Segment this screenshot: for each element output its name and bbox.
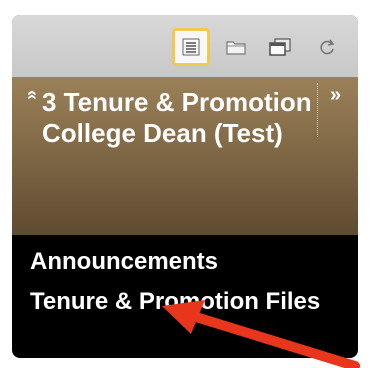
list-view-icon bbox=[182, 38, 200, 56]
course-header: » 3 Tenure & Promotion College Dean (Tes… bbox=[12, 77, 358, 235]
refresh-button[interactable] bbox=[308, 28, 346, 66]
header-divider bbox=[317, 83, 318, 137]
folder-icon bbox=[226, 41, 246, 55]
collapse-menu-icon[interactable]: » bbox=[21, 90, 41, 100]
menu-item-announcements[interactable]: Announcements bbox=[12, 247, 358, 277]
new-window-button[interactable] bbox=[261, 28, 299, 66]
course-title[interactable]: 3 Tenure & Promotion College Dean (Test) bbox=[42, 87, 312, 149]
course-menu-list: Announcements Tenure & Promotion Files bbox=[12, 235, 358, 358]
course-menu-toolbar bbox=[12, 15, 358, 77]
refresh-icon bbox=[320, 39, 335, 55]
menu-item-tenure-promotion-files[interactable]: Tenure & Promotion Files bbox=[12, 287, 358, 317]
folder-view-button[interactable] bbox=[217, 28, 255, 66]
window-icon bbox=[269, 38, 291, 56]
list-view-button[interactable] bbox=[172, 28, 210, 66]
expand-menu-icon[interactable]: » bbox=[330, 85, 341, 105]
course-menu-panel: » 3 Tenure & Promotion College Dean (Tes… bbox=[12, 15, 358, 358]
